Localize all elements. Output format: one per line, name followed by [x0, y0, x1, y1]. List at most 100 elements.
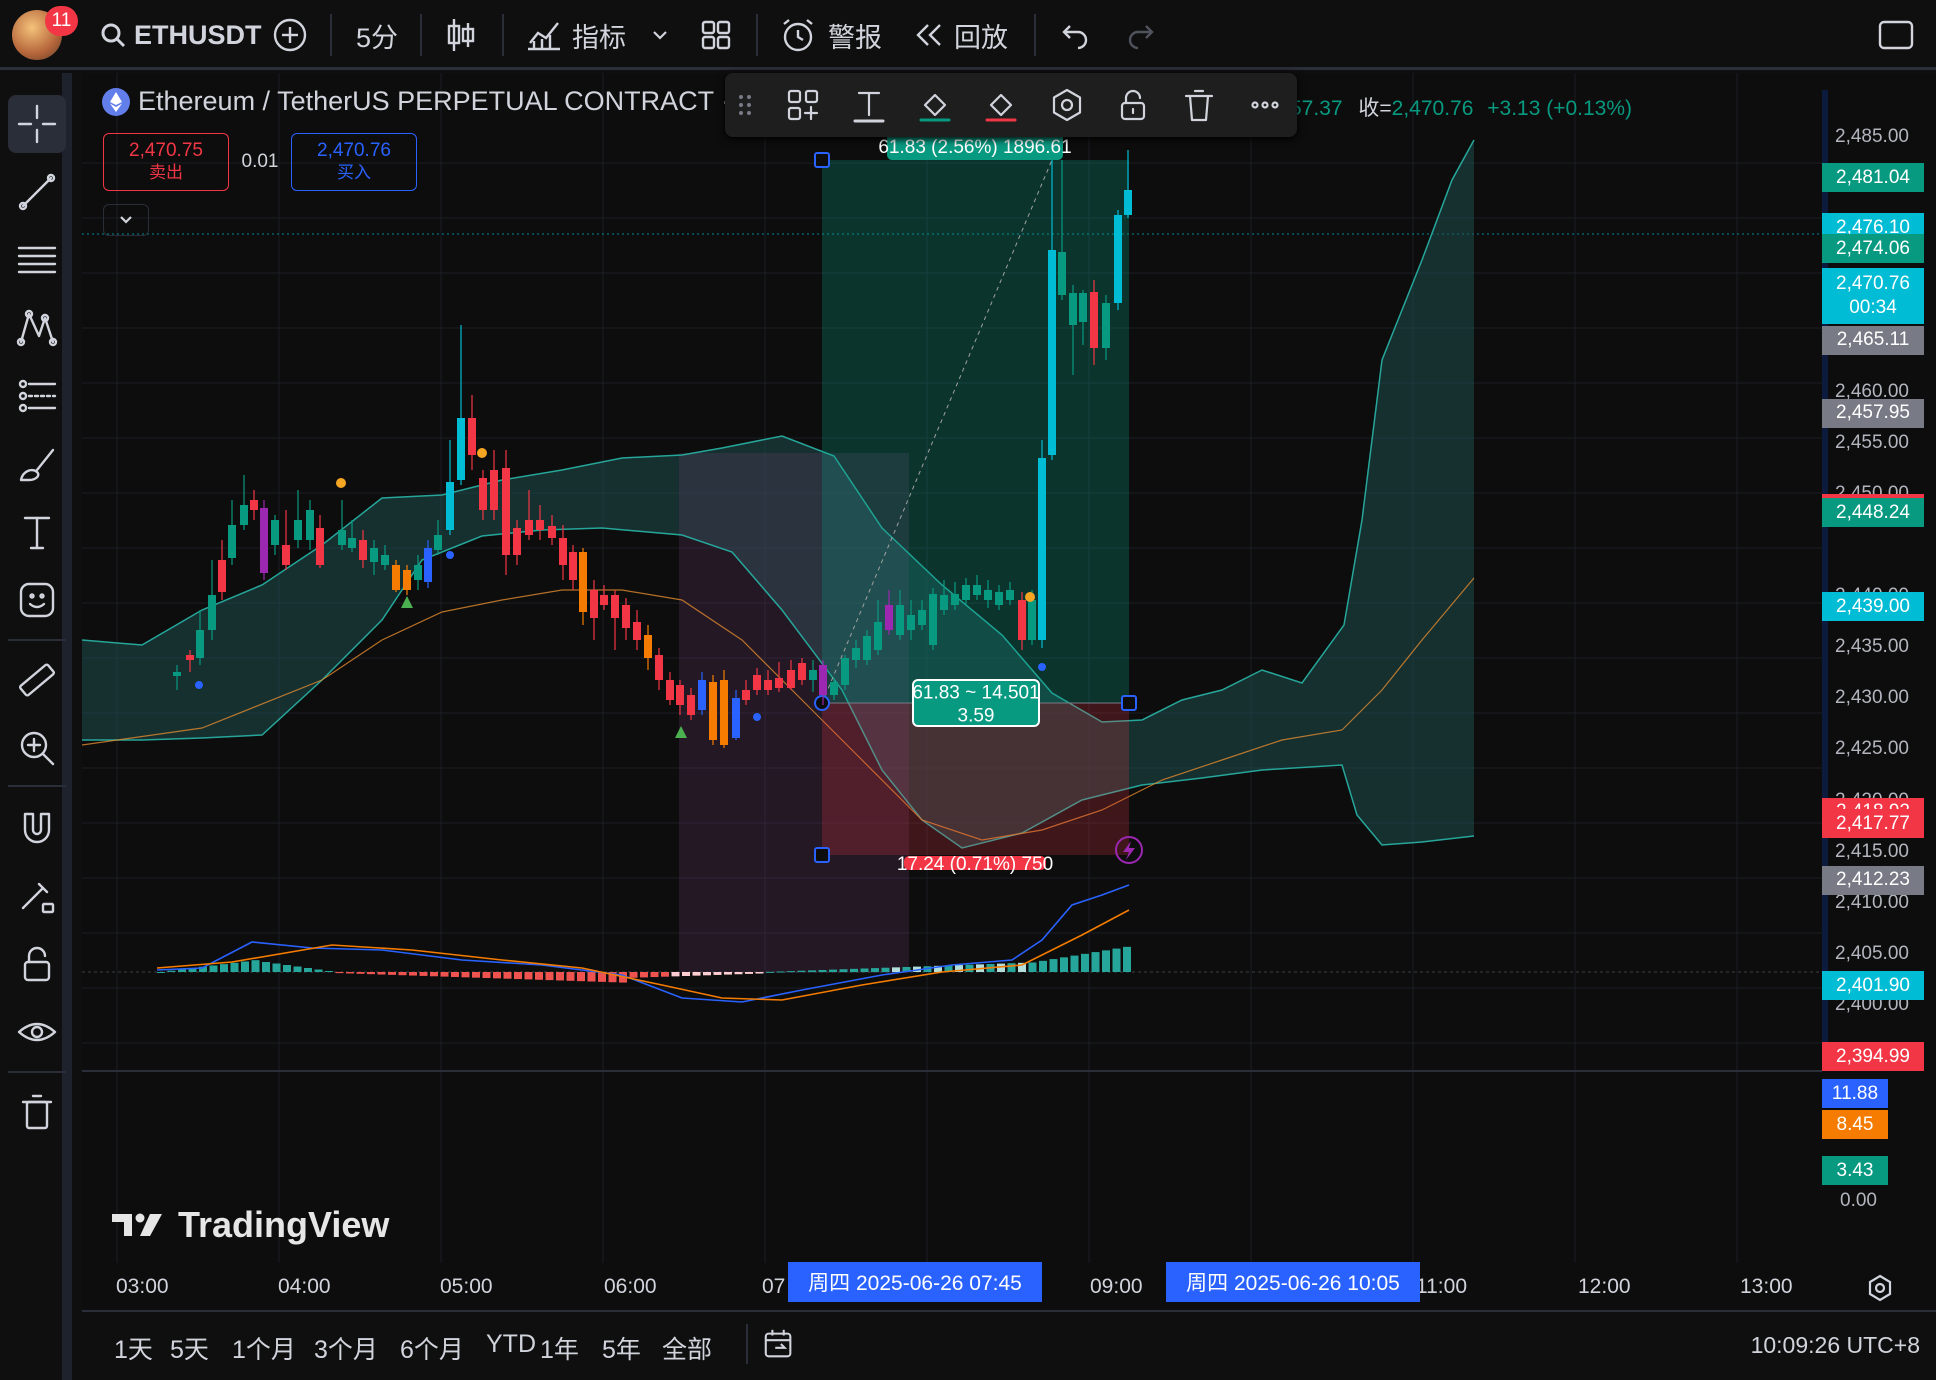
- chart-type-button[interactable]: [446, 0, 476, 70]
- hide-drawings-tool[interactable]: [8, 1003, 66, 1061]
- chart-settings-button[interactable]: [1864, 1272, 1896, 1304]
- candle-body: [874, 622, 882, 650]
- candle-body: [414, 565, 422, 580]
- divider: [756, 14, 758, 56]
- timeframe-button[interactable]: 1年: [540, 1330, 579, 1366]
- text-tool[interactable]: [8, 503, 66, 561]
- candle-body: [1058, 252, 1066, 295]
- timeframe-button[interactable]: YTD: [486, 1330, 536, 1359]
- macd-zero-tick: 0.00: [1840, 1190, 1877, 1211]
- compare-add-button[interactable]: [272, 0, 308, 70]
- candle-body: [513, 528, 521, 555]
- time-tick: 06:00: [604, 1275, 657, 1298]
- macd-hist-bar: [566, 972, 575, 981]
- layout-templates-button[interactable]: [700, 0, 732, 70]
- price-label: 2,470.76 00:34: [1822, 268, 1924, 324]
- remove-drawings-tool[interactable]: [8, 1083, 66, 1141]
- crosshair-tool[interactable]: [8, 95, 66, 153]
- lock-icon[interactable]: [1115, 87, 1151, 123]
- add-template-icon[interactable]: [785, 87, 821, 123]
- symbol-search-button[interactable]: ETHUSDT: [100, 0, 262, 70]
- legend-collapse-button[interactable]: [103, 204, 149, 236]
- candle-body: [370, 548, 378, 562]
- more-icon[interactable]: [1247, 87, 1283, 123]
- emoji-tool[interactable]: [8, 571, 66, 629]
- drawing-tools-sidebar: [0, 73, 72, 1380]
- timeframe-button[interactable]: 5年: [602, 1330, 641, 1366]
- candle-body: [1038, 458, 1046, 640]
- settings-icon[interactable]: [1049, 87, 1085, 123]
- price-label-value: 2,481.04: [1836, 166, 1910, 188]
- ruler-tool[interactable]: [8, 651, 66, 709]
- macd-hist-bar: [241, 961, 249, 972]
- candle-body: [250, 500, 258, 510]
- price-label-value: 2,457.95: [1836, 402, 1910, 424]
- position-center-label-text: 61.83 ~ 14.501: [912, 683, 1039, 704]
- redo-button[interactable]: [1126, 0, 1156, 70]
- undo-button[interactable]: [1060, 0, 1090, 70]
- lock-drawings-tool[interactable]: [8, 867, 66, 925]
- text-icon[interactable]: [851, 87, 887, 123]
- macd-hist-bar: [860, 968, 869, 972]
- macd-hist-bar: [871, 968, 879, 972]
- macd-hist-bar: [745, 972, 753, 974]
- candle-body: [525, 520, 533, 535]
- macd-hist-bar: [388, 972, 396, 975]
- timeframe-button[interactable]: 5天: [170, 1330, 209, 1366]
- price-label: 2,465.11: [1822, 325, 1924, 355]
- macd-hist-bar: [440, 972, 449, 977]
- macd-hist-bar: [713, 972, 722, 975]
- fill-color-icon[interactable]: [917, 87, 953, 123]
- candle-body: [392, 565, 400, 590]
- sell-button[interactable]: 2,470.75 卖出: [103, 133, 229, 191]
- alert-button[interactable]: 警报: [780, 0, 882, 70]
- timeframe-button[interactable]: 1天: [114, 1330, 153, 1366]
- macd-hist-bar: [472, 972, 480, 978]
- zoom-tool[interactable]: [8, 719, 66, 777]
- candle-body: [622, 605, 630, 628]
- macd-hist-bar: [734, 972, 743, 975]
- macd-line: [156, 884, 1130, 1003]
- undo-icon: [1062, 25, 1088, 50]
- candle-body: [446, 482, 454, 530]
- candle-body: [775, 678, 783, 688]
- price-label-value: 2,417.77: [1836, 812, 1910, 834]
- candle-body: [240, 505, 248, 525]
- buy-button[interactable]: 2,470.76 买入: [291, 133, 417, 191]
- indicators-button[interactable]: 指标: [526, 0, 626, 70]
- timeframe-button[interactable]: 1个月: [232, 1330, 296, 1366]
- macd-hist-bar: [682, 972, 690, 976]
- timeframe-button[interactable]: 3个月: [314, 1330, 378, 1366]
- unlock-tool[interactable]: [8, 935, 66, 993]
- timeframe-button[interactable]: 6个月: [400, 1330, 464, 1366]
- interval-button[interactable]: 5分: [356, 0, 398, 70]
- line-color-icon[interactable]: [983, 87, 1019, 123]
- goto-date-button[interactable]: [748, 1320, 796, 1368]
- price-tick: 2,410.00: [1835, 891, 1909, 913]
- spread-text: 0.01: [241, 151, 279, 172]
- drawing-floating-toolbar[interactable]: [725, 73, 1297, 137]
- divider: [502, 14, 504, 56]
- fullscreen-button[interactable]: [1878, 0, 1914, 70]
- drag-handle-icon[interactable]: [735, 87, 755, 123]
- fib-tool[interactable]: [8, 231, 66, 289]
- chart-area[interactable]: 61.83 (2.56%) 1896.61 61.83 ~ 14.501 3.59 1…: [82, 73, 1936, 1380]
- brush-tool[interactable]: [8, 435, 66, 493]
- forecast-tool[interactable]: [8, 367, 66, 425]
- divider: [1034, 14, 1036, 56]
- macd-signal-line: [156, 909, 1130, 1001]
- symbol-legend[interactable]: Ethereum / TetherUS PERPETUAL CONTRACT ·…: [102, 86, 753, 117]
- buy-label: 买入: [337, 163, 371, 182]
- pattern-tool[interactable]: [8, 299, 66, 357]
- replay-button[interactable]: 回放: [914, 0, 1008, 70]
- chart-canvas[interactable]: 61.83 (2.56%) 1896.61 61.83 ~ 14.5013.59 1…: [82, 73, 1936, 1310]
- timeframe-button[interactable]: 全部: [662, 1330, 712, 1366]
- delete-icon[interactable]: [1181, 87, 1217, 123]
- time-tick: 05:00: [440, 1275, 493, 1298]
- trend-line-tool[interactable]: [8, 163, 66, 221]
- macd-hist-bar: [755, 972, 764, 974]
- clock-timezone[interactable]: 10:09:26 UTC+8: [1751, 1332, 1920, 1359]
- magnet-tool[interactable]: [8, 799, 66, 857]
- indicators-dropdown-button[interactable]: [650, 0, 670, 70]
- signal-dot: [1025, 592, 1035, 602]
